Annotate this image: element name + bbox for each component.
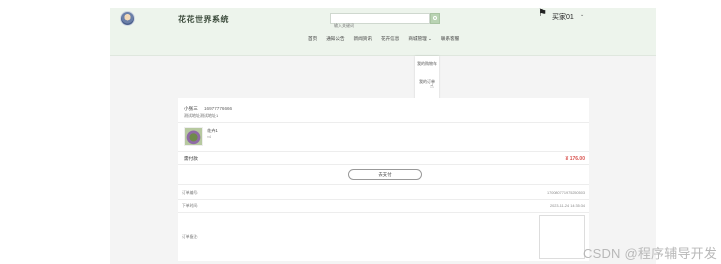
- pay-button[interactable]: 去支付: [348, 169, 422, 180]
- nav-flowers[interactable]: 花卉信息: [381, 36, 399, 44]
- nav-support[interactable]: 联系客服: [441, 36, 459, 44]
- pointer-hand-icon: ☝: [430, 84, 434, 90]
- order-remark-label: 订单备注:: [182, 235, 199, 239]
- divider: [178, 212, 589, 213]
- order-remark-box: [539, 215, 585, 259]
- receiver-name: 小张三: [184, 106, 198, 111]
- site-title: 花花世界系统: [178, 15, 229, 24]
- search-button[interactable]: [430, 13, 440, 24]
- receiver-phone: 16977776666: [204, 106, 233, 111]
- order-time-label: 下单时间:: [182, 204, 199, 208]
- search-icon: [433, 16, 437, 20]
- goods-quantity: ×4: [207, 135, 211, 139]
- goods-image[interactable]: [184, 127, 203, 146]
- user-name[interactable]: 买家01: [552, 12, 574, 22]
- watermark-text: CSDN @程序辅导开发: [583, 246, 718, 261]
- divider: [178, 164, 589, 165]
- chevron-down-icon[interactable]: ⌄: [580, 12, 584, 18]
- divider: [178, 199, 589, 200]
- order-detail-panel: 小张三 16977776666 测试地址测试地址1 花卉1 ×4 需付款 ¥ 1…: [178, 98, 589, 261]
- order-number-label: 订单编号:: [182, 191, 199, 195]
- nav-news[interactable]: 新闻资讯: [354, 36, 372, 44]
- search-input[interactable]: [331, 21, 429, 30]
- divider: [178, 122, 589, 123]
- main-nav: 首页 通知公告 新闻资讯 花卉信息 商城管理 ⌄ 联系客服: [308, 36, 459, 44]
- app-frame: 花花世界系统 ⚑ 买家01 ⌄ 首页 通知公告 新闻资讯 花卉信息 商城管理 ⌄…: [110, 8, 656, 264]
- goods-name[interactable]: 花卉1: [207, 128, 218, 134]
- order-number-value: 170080771975250503: [546, 191, 585, 195]
- nav-notices[interactable]: 通知公告: [326, 36, 344, 44]
- divider: [178, 151, 589, 152]
- dropdown-item-orders[interactable]: 我的订单: [415, 79, 439, 85]
- user-card-icon: ⚑: [538, 8, 547, 19]
- top-header: 花花世界系统 ⚑ 买家01 ⌄ 首页 通知公告 新闻资讯 花卉信息 商城管理 ⌄…: [110, 8, 656, 56]
- paid-amount: ¥ 176.00: [565, 156, 585, 162]
- search-box: [330, 13, 430, 30]
- divider: [178, 184, 589, 185]
- nav-mall[interactable]: 商城管理 ⌄: [408, 36, 432, 44]
- nav-home[interactable]: 首页: [308, 36, 317, 44]
- site-logo-avatar[interactable]: [120, 11, 135, 26]
- order-time-value: 2023-11-24 14:35:34: [550, 204, 585, 208]
- paid-label: 需付款: [184, 156, 198, 161]
- dropdown-item-cart[interactable]: 我的购物车: [415, 61, 439, 67]
- receiver-address: 测试地址测试地址1: [184, 113, 219, 118]
